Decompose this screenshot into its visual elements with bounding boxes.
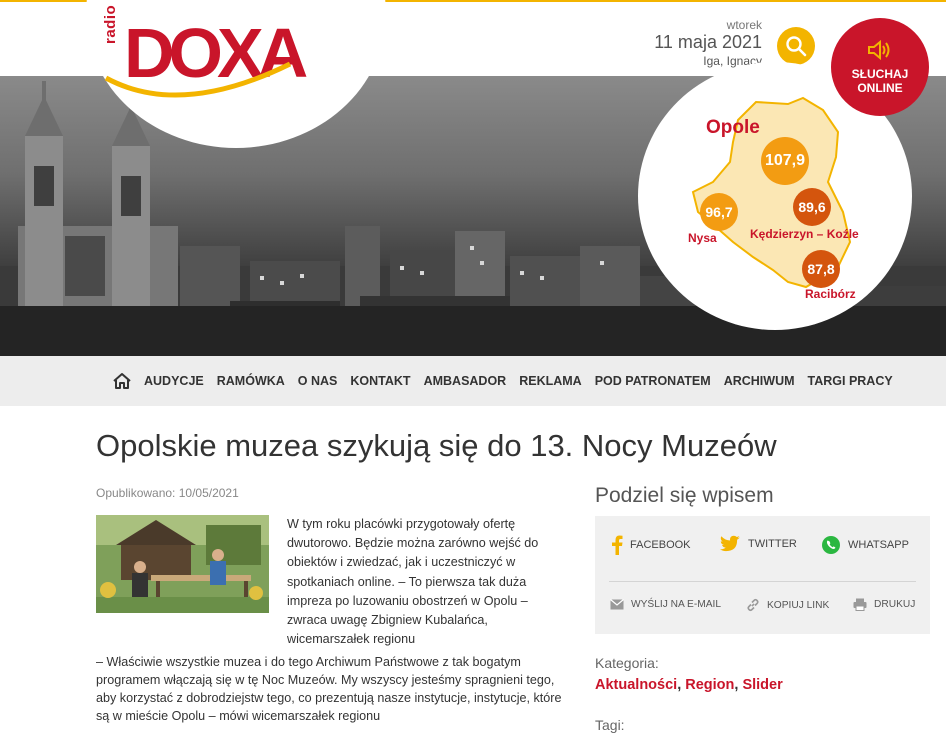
nav-home[interactable] [112, 372, 132, 390]
printer-icon [853, 598, 867, 611]
share-print[interactable]: DRUKUJ [853, 598, 915, 611]
nav-kontakt[interactable]: KONTAKT [350, 374, 410, 388]
nav-archiwum[interactable]: ARCHIWUM [724, 374, 795, 388]
article-image[interactable] [96, 515, 269, 613]
link-icon [747, 598, 759, 612]
category-slider[interactable]: Slider [742, 677, 782, 693]
share-twitter-label: TWITTER [748, 538, 797, 550]
listen-label-1: SŁUCHAJ [851, 67, 909, 81]
share-box: FACEBOOK TWITTER WHATSAPP WYŚLIJ NA E-MA… [595, 516, 930, 634]
city-label-kedzierzyn: Kędzierzyn – Koźle [750, 227, 859, 241]
nav-ambasador[interactable]: AMBASADOR [424, 374, 507, 388]
twitter-icon [719, 535, 740, 552]
nav-reklama[interactable]: REKLAMA [519, 374, 582, 388]
share-copy-link[interactable]: KOPIUJ LINK [746, 598, 829, 612]
day-name: wtorek [726, 18, 762, 32]
share-email-label: WYŚLIJ NA E-MAIL [631, 599, 722, 610]
share-email[interactable]: WYŚLIJ NA E-MAIL [610, 599, 721, 610]
freq-badge-nysa: 96,7 [700, 193, 738, 231]
publish-date: Opublikowano: 10/05/2021 [96, 486, 239, 500]
share-facebook-label: FACEBOOK [630, 539, 691, 551]
logo-swoosh [104, 61, 292, 98]
whatsapp-icon [822, 536, 840, 554]
share-divider [609, 581, 916, 582]
listen-label-2: ONLINE [857, 81, 903, 95]
article-title: Opolskie muzea szykują się do 13. Nocy M… [96, 428, 777, 463]
envelope-icon [610, 599, 624, 610]
home-icon [113, 373, 131, 389]
main-navigation: AUDYCJE RAMÓWKA O NAS KONTAKT AMBASADOR … [0, 356, 946, 406]
share-copy-link-label: KOPIUJ LINK [767, 599, 830, 611]
share-whatsapp-label: WHATSAPP [848, 539, 909, 551]
nav-pod-patronatem[interactable]: POD PATRONATEM [595, 374, 711, 388]
city-label-raciborz: Racibórz [805, 287, 856, 301]
share-whatsapp[interactable]: WHATSAPP [821, 535, 909, 555]
search-button[interactable] [777, 27, 815, 65]
article-lead: W tym roku placówki przygotowały ofertę … [287, 517, 539, 647]
facebook-icon [612, 535, 623, 555]
tags-label: Tagi: [595, 717, 625, 733]
city-label-nysa: Nysa [688, 231, 717, 245]
freq-badge-kedzierzyn: 89,6 [793, 188, 831, 226]
share-title: Podziel się wpisem [595, 484, 774, 507]
category-label: Kategoria: [595, 655, 659, 671]
nav-targi-pracy[interactable]: TARGI PRACY [808, 374, 893, 388]
share-twitter[interactable]: TWITTER [719, 535, 797, 553]
search-icon [786, 36, 807, 57]
category-links: Aktualności, Region, Slider [595, 677, 783, 693]
category-region[interactable]: Region [685, 677, 734, 693]
current-date: 11 maja 2021 [654, 32, 762, 52]
listen-online-button[interactable]: SŁUCHAJ ONLINE [831, 18, 929, 116]
article-body: – Właściwie wszystkie muzea i do tego Ar… [96, 655, 562, 723]
article-photo [96, 515, 269, 613]
freq-badge-opole: 107,9 [761, 137, 809, 185]
nav-audycje[interactable]: AUDYCJE [144, 374, 204, 388]
date-box: wtorek 11 maja 2021 Iga, Ignacy [654, 18, 762, 68]
freq-badge-raciborz: 87,8 [802, 250, 840, 288]
radio-doxa-logo[interactable]: radio DOXA [100, 5, 340, 108]
share-print-label: DRUKUJ [874, 599, 916, 610]
share-facebook[interactable]: FACEBOOK [611, 535, 691, 555]
category-aktualnosci[interactable]: Aktualności [595, 677, 677, 693]
map-region-label: Opole [706, 117, 760, 138]
speaker-icon [868, 39, 890, 61]
nav-o-nas[interactable]: O NAS [298, 374, 338, 388]
nav-ramowka[interactable]: RAMÓWKA [217, 374, 285, 388]
